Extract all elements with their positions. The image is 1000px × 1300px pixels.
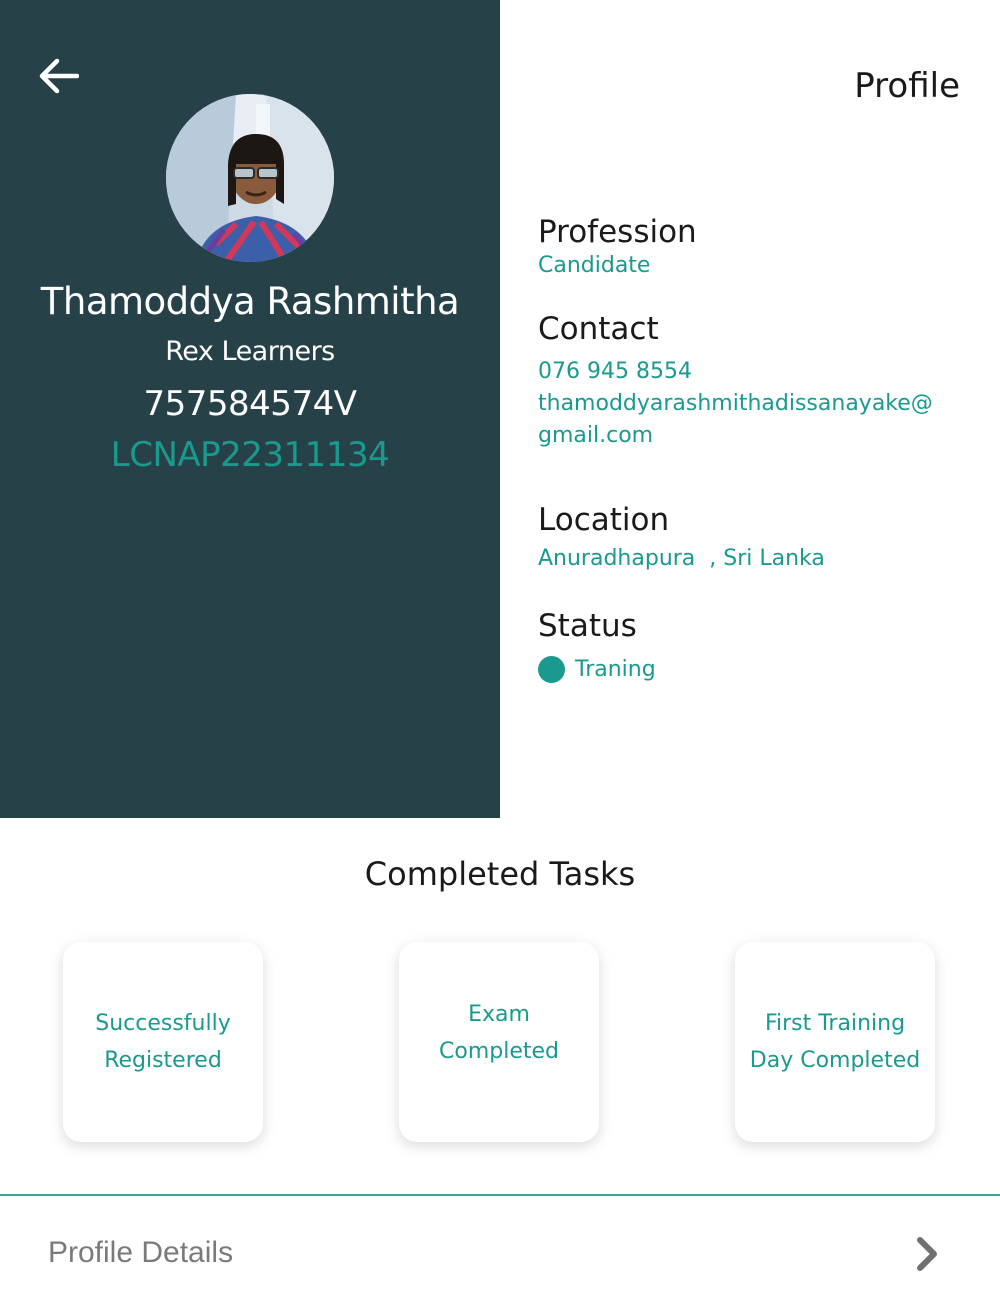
chevron-right-icon [917,1237,937,1271]
arrow-left-icon [39,58,79,94]
profile-details-row[interactable]: Profile Details [0,1196,1000,1300]
user-name: Thamoddya Rashmitha [40,280,460,323]
completed-tasks-title: Completed Tasks [364,855,636,893]
user-code: LCNAP22311134 [110,435,390,475]
back-button[interactable] [36,54,80,98]
profession-label: Profession [538,214,697,250]
task-card-line1: Exam [468,1002,530,1027]
task-card-line2: Completed [439,1039,559,1064]
contact-email-line1[interactable]: thamoddyarashmithadissanayake@ [538,388,933,420]
profession-value: Candidate [538,253,651,278]
contact-phone[interactable]: 076 945 8554 [538,356,692,388]
contact-label: Contact [538,311,659,347]
status-dot-icon [538,656,565,683]
task-card-registered[interactable]: Successfully Registered [63,942,263,1142]
location-value: Anuradhapura , Sri Lanka [538,546,825,571]
profile-details-label: Profile Details [48,1236,234,1269]
status-value: Traning [575,657,656,682]
profile-header-panel: Thamoddya Rashmitha Rex Learners 7575845… [0,0,500,818]
user-organization: Rex Learners [165,336,335,367]
task-card-training[interactable]: First Training Day Completed [735,942,935,1142]
task-card-line1: First Training [764,1011,906,1036]
avatar [166,94,334,262]
task-card-line1: Successfully [95,1011,231,1036]
status-label: Status [538,608,637,644]
location-label: Location [538,502,670,538]
user-nic: 757584574V [143,384,357,424]
task-card-line2: Registered [104,1048,222,1073]
contact-email-line2[interactable]: gmail.com [538,420,653,452]
task-card-line2: Day Completed [749,1048,921,1073]
status-row: Traning [538,656,656,683]
page-title: Profile [854,66,960,106]
task-card-exam[interactable]: Exam Completed [399,942,599,1142]
